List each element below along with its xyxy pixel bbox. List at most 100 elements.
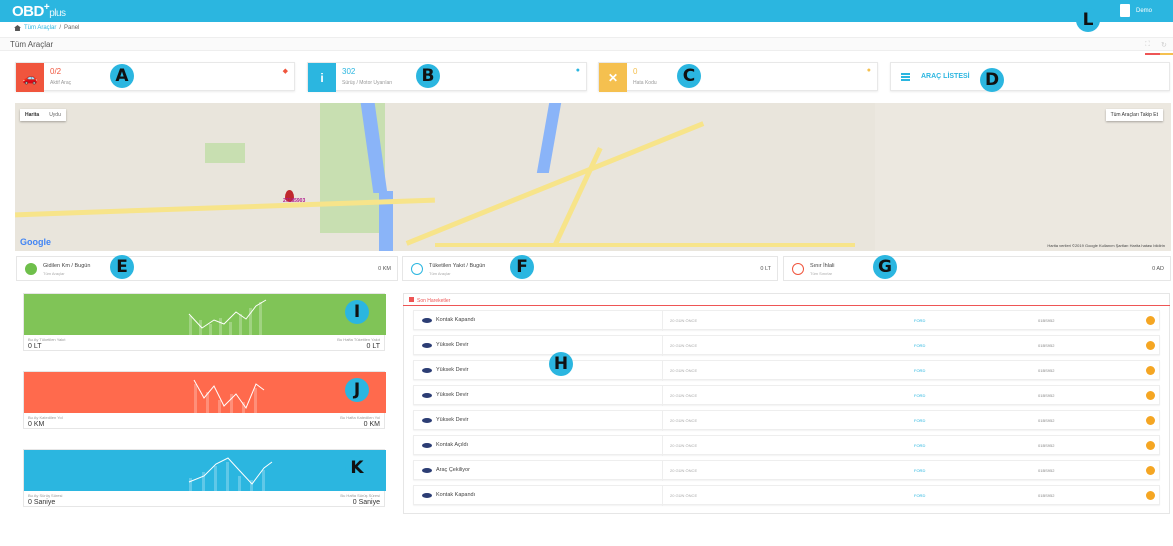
- refresh-icon[interactable]: ↻: [1161, 41, 1167, 49]
- activity-time: 20 GÜN ÖNCE: [670, 468, 698, 473]
- activity-model[interactable]: FORD: [914, 468, 925, 473]
- activity-row[interactable]: Kontak Kapandı 20 GÜN ÖNCE FORD 01BS952: [413, 310, 1160, 331]
- activity-model[interactable]: FORD: [914, 418, 925, 423]
- user-menu[interactable]: Demo: [1120, 4, 1152, 17]
- activity-row[interactable]: Kontak Açıldı 20 GÜN ÖNCE FORD 01BS952: [413, 435, 1160, 456]
- activity-event: Yüksek Devir: [436, 342, 469, 348]
- activity-row[interactable]: Yüksek Devir 20 GÜN ÖNCE FORD 01BS952: [413, 410, 1160, 431]
- activity-row[interactable]: Yüksek Devir 20 GÜN ÖNCE FORD 01BS952: [413, 385, 1160, 406]
- activity-plate: 01BS952: [1038, 443, 1055, 448]
- activity-model[interactable]: FORD: [914, 343, 925, 348]
- activity-model[interactable]: FORD: [914, 443, 925, 448]
- stat-label: Hata Kodu: [633, 80, 657, 86]
- follow-all-button[interactable]: Tüm Araçları Takip Et: [1105, 109, 1163, 121]
- card-right-value: 0 Saniye: [352, 499, 380, 506]
- stat-label: Sürüş / Motor Uyarıları: [342, 80, 393, 86]
- activity-time: 20 GÜN ÖNCE: [670, 318, 698, 323]
- callout-j: J: [345, 378, 369, 402]
- stat-warnings[interactable]: i 302 Sürüş / Motor Uyarıları ●: [307, 62, 587, 92]
- kpi-fuel-today: Tüketilen Yakıt / Bugün Tüm Araçlar 0 LT: [402, 256, 778, 281]
- activity-model[interactable]: FORD: [914, 318, 925, 323]
- stat-value: 0/2: [50, 67, 62, 76]
- map-type-map[interactable]: Harita: [20, 109, 44, 121]
- activity-plate: 01BS952: [1038, 418, 1055, 423]
- status-icon: [1146, 491, 1155, 500]
- vehicle-pin-label: 27185903: [283, 198, 306, 204]
- ford-logo-icon: [422, 443, 432, 448]
- kpi-title: Sınır İhlali: [810, 263, 835, 269]
- divider: [662, 411, 663, 431]
- activity-time: 20 GÜN ÖNCE: [670, 493, 698, 498]
- callout-k: K: [345, 456, 369, 480]
- vehicle-list-label: ARAÇ LİSTESİ: [921, 73, 970, 80]
- card-left-value: 0 LT: [28, 343, 42, 350]
- user-avatar-icon: [1120, 4, 1130, 17]
- activity-row[interactable]: Yüksek Devir 20 GÜN ÖNCE FORD 01BS952: [413, 335, 1160, 356]
- card-left-value: 0 Saniye: [28, 499, 56, 506]
- map-type-toggle: Harita Uydu: [20, 109, 66, 121]
- home-icon[interactable]: [14, 25, 21, 31]
- status-icon: [1146, 416, 1155, 425]
- activity-plate: 01BS952: [1038, 343, 1055, 348]
- callout-c: C: [677, 64, 701, 88]
- info-icon: i: [308, 63, 336, 92]
- activity-model[interactable]: FORD: [914, 368, 925, 373]
- activity-plate: 01BS952: [1038, 368, 1055, 373]
- activity-row[interactable]: Araç Çekiliyor 20 GÜN ÖNCE FORD 01BS952: [413, 460, 1160, 481]
- activity-panel-title: Son Hareketler: [403, 293, 1170, 306]
- kpi-title: Tüketilen Yakıt / Bugün: [429, 263, 486, 269]
- divider: [662, 361, 663, 381]
- card-right-label: Bu Hafta Sürüş Süresi: [340, 493, 380, 498]
- list-icon: [901, 73, 910, 81]
- stat-error-codes[interactable]: ✕ 0 Hata Kodu ●: [598, 62, 878, 92]
- ford-logo-icon: [422, 343, 432, 348]
- vehicle-list-button[interactable]: ARAÇ LİSTESİ: [890, 62, 1170, 91]
- page-header: [0, 37, 1173, 51]
- card-monthly-driving-time: Bu Ay Sürüş Süresi Bu Hafta Sürüş Süresi…: [23, 449, 386, 507]
- callout-i: I: [345, 300, 369, 324]
- kpi-value: 0 KM: [378, 266, 391, 272]
- ford-logo-icon: [422, 393, 432, 398]
- activity-event: Kontak Kapandı: [436, 317, 476, 323]
- activity-plate: 01BS952: [1038, 318, 1055, 323]
- info-icon-small: ●: [575, 67, 580, 74]
- activity-model[interactable]: FORD: [914, 493, 925, 498]
- road-icon: [25, 263, 37, 275]
- distance-sparkline: [193, 379, 265, 413]
- card-left-label: Bu Ay Sürüş Süresi: [28, 493, 63, 498]
- google-logo: Google: [20, 237, 51, 247]
- status-icon: [1146, 316, 1155, 325]
- stat-active-vehicles[interactable]: 🚗 0/2 Aktif Araç ◆: [15, 62, 295, 92]
- kpi-value: 0 AD: [1152, 266, 1164, 272]
- activity-model[interactable]: FORD: [914, 393, 925, 398]
- stat-value: 302: [342, 67, 356, 76]
- card-right-label: Bu Hafta Tüketilen Yakıt: [337, 337, 380, 342]
- map-type-satellite[interactable]: Uydu: [44, 109, 66, 121]
- stat-label: Aktif Araç: [50, 80, 72, 86]
- stat-value: 0: [633, 67, 638, 76]
- divider: [662, 486, 663, 506]
- car-icon: 🚗: [16, 63, 44, 92]
- map-view[interactable]: Harita Uydu Tüm Araçları Takip Et Google…: [15, 103, 1171, 251]
- activity-event: Araç Çekiliyor: [436, 467, 470, 473]
- phone-icon: [792, 263, 804, 275]
- kpi-subtitle: Tüm Sınırlar: [810, 271, 833, 276]
- car-icon-small: ◆: [282, 68, 288, 75]
- breadcrumb-separator: /: [59, 25, 62, 31]
- close-circle-icon: ✕: [599, 63, 627, 92]
- callout-d: D: [980, 68, 1004, 92]
- user-name: Demo: [1136, 7, 1153, 14]
- activity-row[interactable]: Kontak Kapandı 20 GÜN ÖNCE FORD 01BS952: [413, 485, 1160, 506]
- fullscreen-icon[interactable]: ⛶: [1145, 41, 1150, 49]
- callout-l: L: [1076, 8, 1100, 32]
- callout-e: E: [110, 255, 134, 279]
- activity-time: 20 GÜN ÖNCE: [670, 418, 698, 423]
- activity-row[interactable]: Yüksek Devir 20 GÜN ÖNCE FORD 01BS952: [413, 360, 1160, 381]
- logo[interactable]: OBD+plus: [12, 2, 66, 20]
- check-circle-icon: [411, 263, 423, 275]
- map-attribution[interactable]: Harita verileri ©2019 Google Kullanım Şa…: [1047, 243, 1165, 248]
- card-right-label: Bu Hafta Katedilen Yol: [340, 415, 380, 420]
- breadcrumb-home[interactable]: Tüm Araçlar: [24, 25, 56, 31]
- activity-event: Kontak Kapandı: [436, 492, 476, 498]
- kpi-limit-violations: Sınır İhlali Tüm Sınırlar 0 AD: [783, 256, 1171, 281]
